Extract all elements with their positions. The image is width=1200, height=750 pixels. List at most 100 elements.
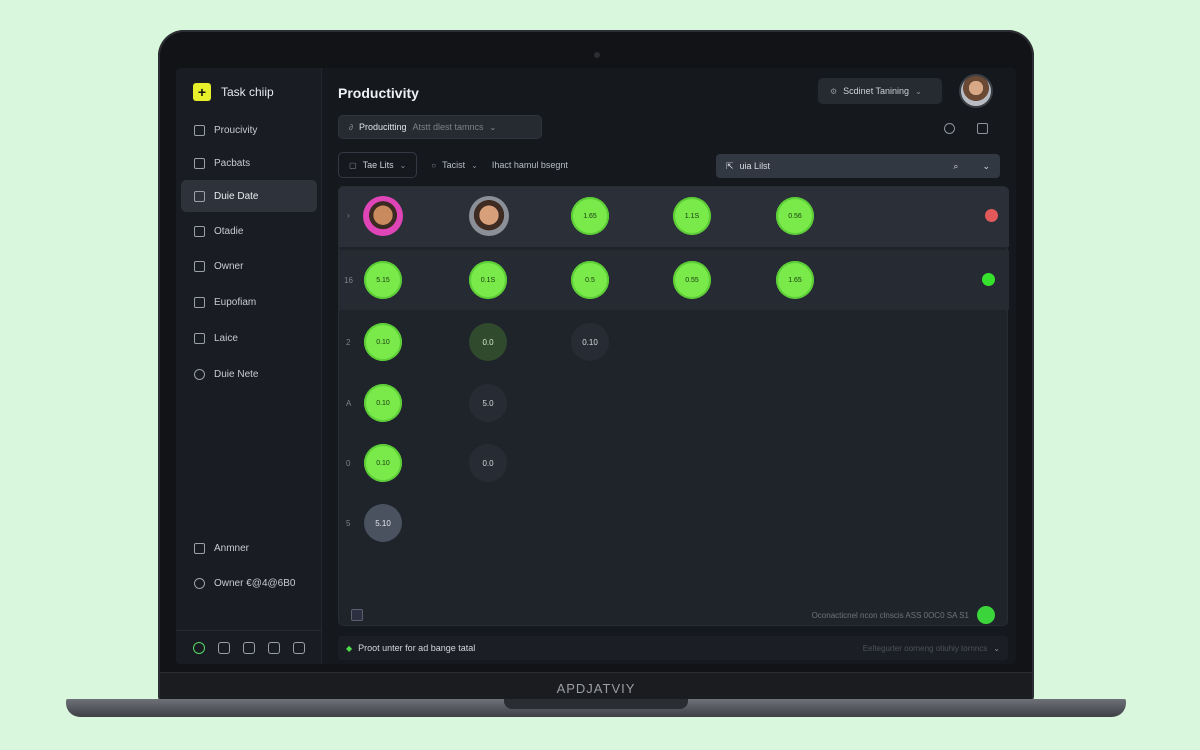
main-panel: Productivity ⚙ Scdinet Tanining ⌄ ∂ Prod… — [322, 68, 1016, 664]
progress-circle[interactable]: 5.15 — [364, 261, 402, 299]
task-board: › 1.65 1.1S 0.56 16 5.15 0.1S 0.5 0.55 1… — [338, 186, 1009, 626]
progress-circle[interactable]: 1.65 — [776, 261, 814, 299]
progress-circle[interactable]: 0.55 — [673, 261, 711, 299]
avatar[interactable] — [959, 74, 993, 108]
status-text: Proot unter for ad bange tatal — [358, 643, 476, 653]
grid-icon[interactable] — [977, 123, 988, 134]
sidebar-item-label: Otadie — [214, 225, 244, 237]
sidebar-item-label: Proucivity — [214, 124, 258, 136]
row-label: 16 — [344, 276, 353, 285]
productivity-chip[interactable]: ∂ Producitting Atstt dlest tamncs ⌄ — [338, 115, 542, 139]
progress-circle[interactable]: 0.1S — [469, 261, 507, 299]
chevron-down-icon: ⌄ — [993, 643, 1000, 653]
chevron-down-icon: ⌄ — [471, 160, 478, 170]
camera — [594, 52, 600, 58]
clock-icon — [194, 368, 205, 380]
sidebar-item-label: Anmner — [214, 542, 250, 554]
plus-icon: + — [193, 83, 211, 101]
app-window: + Task chiip Proucivity Pacbats Duie Dat… — [176, 68, 1016, 664]
progress-circle[interactable]: 5.10 — [364, 504, 402, 542]
status-dot — [985, 209, 998, 222]
checkbox-icon — [194, 225, 205, 237]
crosshair-icon[interactable] — [944, 123, 955, 134]
filter-icon: ⚙ — [830, 86, 838, 96]
status-right-text[interactable]: Eeltegurter oorneng otiuhiy tornncs — [863, 644, 988, 653]
sidebar-item-owner-account[interactable]: Owner €@4@6B0 — [181, 567, 317, 599]
workspace-select[interactable]: ⚙ Scdinet Tanining ⌄ — [818, 78, 942, 104]
chip-sub-label: Atstt dlest tamncs — [412, 122, 484, 132]
sidebar-item-label: Laice — [214, 332, 238, 344]
progress-circle[interactable]: 0.10 — [364, 384, 402, 422]
filter-bar: ▢ Tae Lits ⌄ ○ Tacist ⌄ Ihact hamul bseg… — [338, 152, 568, 178]
briefcase-icon — [194, 542, 205, 554]
sidebar-item-productivity[interactable]: Proucivity — [181, 114, 317, 146]
share-icon[interactable] — [218, 641, 230, 654]
sidebar-item-label: Duie Date — [214, 190, 259, 202]
progress-circle[interactable]: 5.0 — [469, 384, 507, 422]
search-hint[interactable]: Ihact hamul bsegnt — [492, 160, 568, 170]
progress-circle[interactable]: 0.0 — [469, 323, 507, 361]
board-footer: Oconacticnel ncon clnscis ASS 0OC0 SA S1 — [339, 604, 1007, 626]
laptop-lid: + Task chiip Proucivity Pacbats Duie Dat… — [158, 30, 1034, 702]
chat-icon[interactable] — [243, 641, 255, 654]
refresh-icon[interactable] — [977, 606, 995, 624]
link-icon: ∂ — [349, 122, 353, 132]
search-icon: ⌕ — [953, 160, 959, 171]
settings-icon[interactable] — [268, 641, 280, 654]
brand-label: APDJATVIY — [556, 681, 636, 696]
sidebar-item-manager[interactable]: Anmner — [181, 532, 317, 564]
square-icon — [194, 296, 205, 308]
sidebar-item-label: Owner €@4@6B0 — [214, 577, 296, 589]
laptop-chin: APDJATVIY — [160, 672, 1032, 700]
progress-circle[interactable]: 0.10 — [364, 444, 402, 482]
avatar[interactable] — [363, 196, 403, 236]
row-label: 2 — [346, 338, 351, 347]
search-icon: ○ — [431, 160, 437, 170]
progress-circle[interactable]: 0.5 — [571, 261, 609, 299]
progress-circle[interactable]: 0.10 — [364, 323, 402, 361]
avatar[interactable] — [469, 196, 509, 236]
pin-icon[interactable] — [293, 641, 305, 654]
calendar-icon — [194, 190, 205, 202]
task-filter-dropdown[interactable]: ○ Tacist ⌄ — [431, 160, 478, 170]
sidebar-item-labels[interactable]: Laice — [181, 322, 317, 354]
sidebar-item-projects[interactable]: Pacbats — [181, 147, 317, 179]
status-bar: ◆ Proot unter for ad bange tatal Eeltegu… — [338, 636, 1008, 660]
expand-icon[interactable] — [351, 609, 363, 621]
view-toggle — [944, 123, 988, 134]
progress-circle[interactable]: 0.10 — [571, 323, 609, 361]
chevron-down-icon: ⌄ — [915, 86, 922, 96]
sidebar-toolbar — [176, 630, 322, 664]
chip-label: Producitting — [358, 122, 407, 132]
chevron-down-icon: ⌄ — [399, 160, 407, 170]
sidebar-item-owner[interactable]: Owner — [181, 250, 317, 282]
chevron-down-icon: ⌄ — [982, 160, 990, 171]
sidebar: + Task chiip Proucivity Pacbats Duie Dat… — [176, 68, 322, 664]
row-label: 5 — [346, 519, 351, 528]
clipboard-icon — [194, 124, 205, 136]
status-dot — [982, 273, 995, 286]
sidebar-item-due-date[interactable]: Duie Date — [181, 180, 317, 212]
chart-icon — [194, 260, 205, 272]
task-filter-label: Tacist — [442, 160, 466, 170]
sidebar-item-due-notes[interactable]: Duie Nete — [181, 358, 317, 390]
sidebar-item-report[interactable]: Eupofiam — [181, 286, 317, 318]
sidebar-item-status[interactable]: Otadie — [181, 215, 317, 247]
list-search-input[interactable]: ⇱ uia Lilst ⌕ ⌄ — [716, 154, 1000, 178]
progress-circle[interactable]: 1.65 — [571, 197, 609, 235]
cursor-icon: ⇱ — [726, 160, 734, 171]
progress-circle[interactable]: 1.1S — [673, 197, 711, 235]
app-logo[interactable]: + Task chiip — [193, 83, 274, 101]
laptop-notch — [504, 699, 688, 709]
laptop-base — [66, 699, 1126, 717]
progress-circle[interactable]: 0.0 — [469, 444, 507, 482]
page-title: Productivity — [338, 85, 419, 101]
sidebar-item-label: Pacbats — [214, 157, 251, 169]
sidebar-item-label: Duie Nete — [214, 368, 259, 380]
row-chevron-icon[interactable]: › — [347, 211, 350, 220]
sidebar-item-label: Eupofiam — [214, 296, 257, 308]
progress-circle[interactable]: 0.56 — [776, 197, 814, 235]
person-icon[interactable] — [193, 641, 205, 654]
task-list-dropdown[interactable]: ▢ Tae Lits ⌄ — [338, 152, 418, 178]
user-icon — [194, 577, 205, 589]
